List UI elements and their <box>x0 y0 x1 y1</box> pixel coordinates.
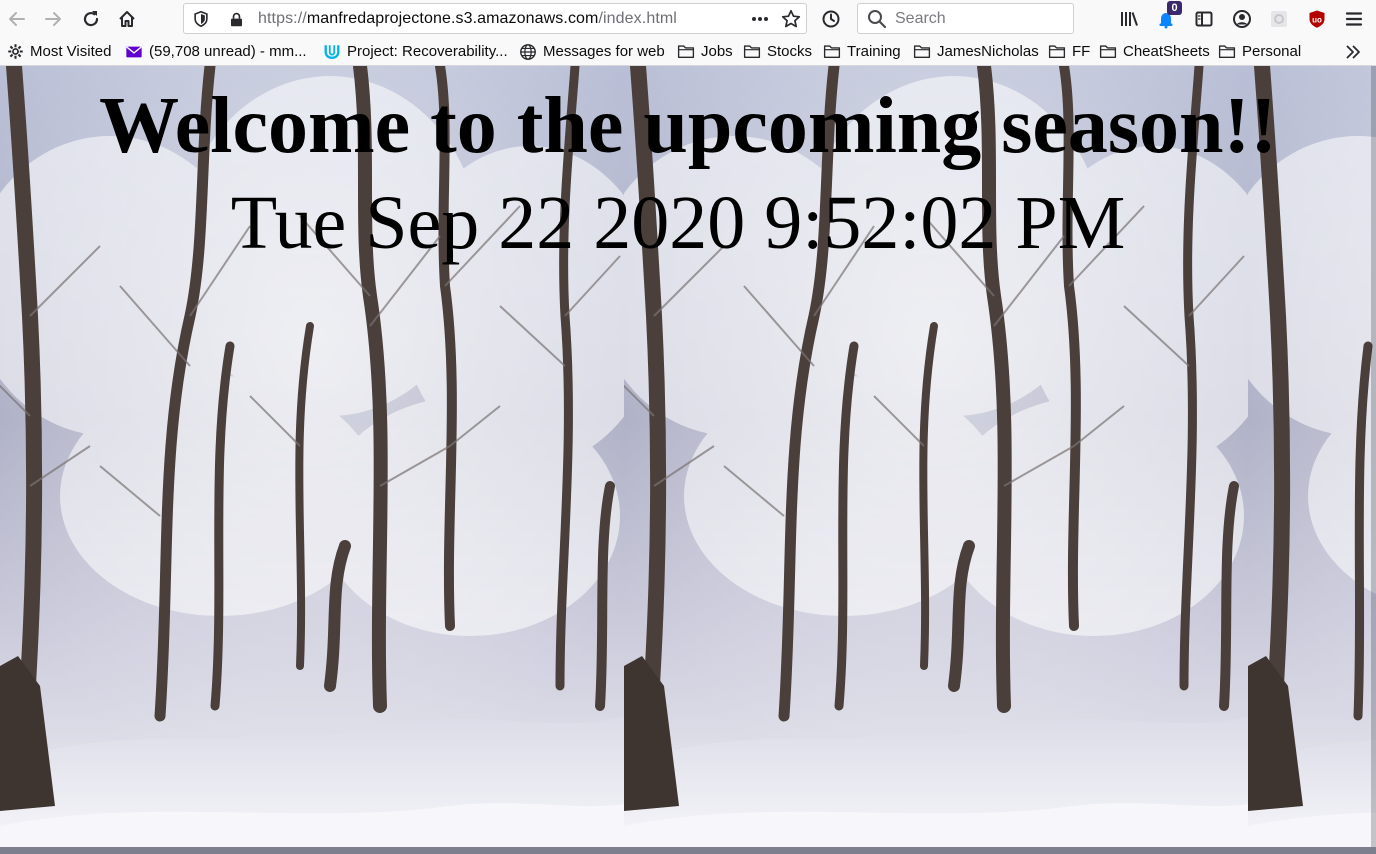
folder-icon <box>1218 43 1236 61</box>
bookmark-folder-stocks[interactable]: Stocks <box>743 41 812 62</box>
bookmark-folder-jobs[interactable]: Jobs <box>677 41 733 62</box>
folder-icon <box>913 43 931 61</box>
home-button[interactable] <box>113 5 141 33</box>
account-icon <box>1233 10 1251 28</box>
sidebar-button[interactable] <box>1190 5 1218 33</box>
history-button[interactable] <box>817 5 845 33</box>
folder-icon <box>1099 43 1117 61</box>
forward-button[interactable] <box>39 5 67 33</box>
extension-gear-button[interactable] <box>1265 5 1293 33</box>
bookmark-label: Stocks <box>767 43 813 60</box>
page-bottom-edge <box>0 847 1376 854</box>
main-menu-button[interactable] <box>1340 5 1368 33</box>
folder-icon <box>677 43 695 61</box>
notification-extension-button[interactable]: 0 <box>1152 1 1182 33</box>
bookmark-mail[interactable]: (59,708 unread) - mm... <box>125 41 307 62</box>
welcome-heading: Welcome to the upcoming season!! <box>99 82 1277 170</box>
bookmarks-overflow-chevron-icon[interactable] <box>1343 42 1363 62</box>
reload-icon <box>83 11 99 27</box>
star-icon[interactable] <box>781 9 801 29</box>
ublock-origin-icon: uo <box>1309 10 1325 28</box>
back-button[interactable] <box>3 5 31 33</box>
bookmark-label: FF <box>1072 43 1091 60</box>
bookmark-folder-ff[interactable]: FF <box>1048 41 1090 62</box>
udacity-icon <box>323 43 341 61</box>
bookmark-label: Messages for web <box>543 43 665 60</box>
reload-button[interactable] <box>77 5 105 33</box>
browser-toolbar: https://manfredaprojectone.s3.amazonaws.… <box>0 0 1376 37</box>
bookmark-label: (59,708 unread) - mm... <box>149 43 307 60</box>
notification-badge: 0 <box>1167 1 1182 15</box>
url-path: /index.html <box>598 10 677 27</box>
bookmark-messages[interactable]: Messages for web <box>519 41 665 62</box>
bookmark-label: Training <box>847 43 901 60</box>
ublock-button[interactable]: uo <box>1303 5 1331 33</box>
bookmark-folder-training[interactable]: Training <box>823 41 901 62</box>
bookmarks-toolbar: Most Visited (59,708 unread) - mm... Pro… <box>0 37 1376 66</box>
bookmark-label: Most Visited <box>30 43 112 60</box>
svg-text:uo: uo <box>1312 16 1322 25</box>
bookmark-label: JamesNicholas <box>937 43 1039 60</box>
arrow-right-icon <box>45 12 61 26</box>
account-button[interactable] <box>1228 5 1256 33</box>
arrow-left-icon <box>9 12 25 26</box>
address-bar[interactable]: https://manfredaprojectone.s3.amazonaws.… <box>183 3 807 34</box>
clock-icon <box>822 10 840 28</box>
bookmark-project[interactable]: Project: Recoverability... <box>323 41 508 62</box>
bookmark-label: Personal <box>1242 43 1302 60</box>
bookmark-most-visited[interactable]: Most Visited <box>6 41 111 62</box>
lock-icon[interactable] <box>226 9 246 29</box>
search-bar[interactable]: Search <box>857 3 1074 34</box>
search-placeholder: Search <box>895 10 946 27</box>
hamburger-menu-icon <box>1345 12 1363 26</box>
bookmark-label: Jobs <box>701 43 733 60</box>
library-button[interactable] <box>1115 5 1143 33</box>
gear-icon <box>6 43 24 61</box>
library-icon <box>1121 12 1138 26</box>
bookmark-folder-cheatsheets[interactable]: CheatSheets <box>1099 41 1210 62</box>
folder-icon <box>1048 43 1066 61</box>
ellipsis-icon[interactable] <box>750 9 770 29</box>
url-host: manfredaprojectone.s3.amazonaws.com <box>306 10 599 27</box>
bookmark-folder-personal[interactable]: Personal <box>1218 41 1301 62</box>
bookmark-label: CheatSheets <box>1123 43 1210 60</box>
sidebar-icon <box>1195 11 1213 27</box>
tracking-protection-shield-icon[interactable] <box>191 9 211 29</box>
url-prefix: https:// <box>258 10 307 27</box>
globe-icon <box>519 43 537 61</box>
bookmark-label: Project: Recoverability... <box>347 43 508 60</box>
mail-icon <box>125 43 143 61</box>
extension-gear-icon <box>1271 11 1287 27</box>
url-text[interactable]: https://manfredaprojectone.s3.amazonaws.… <box>258 10 728 30</box>
datetime-display: Tue Sep 22 2020 9:52:02 PM <box>230 181 1126 265</box>
page-scrollbar[interactable] <box>1371 66 1376 850</box>
folder-icon <box>823 43 841 61</box>
search-icon <box>867 9 887 29</box>
folder-icon <box>743 43 761 61</box>
bookmark-folder-jamesnicholas[interactable]: JamesNicholas <box>913 41 1039 62</box>
home-icon <box>119 11 135 27</box>
